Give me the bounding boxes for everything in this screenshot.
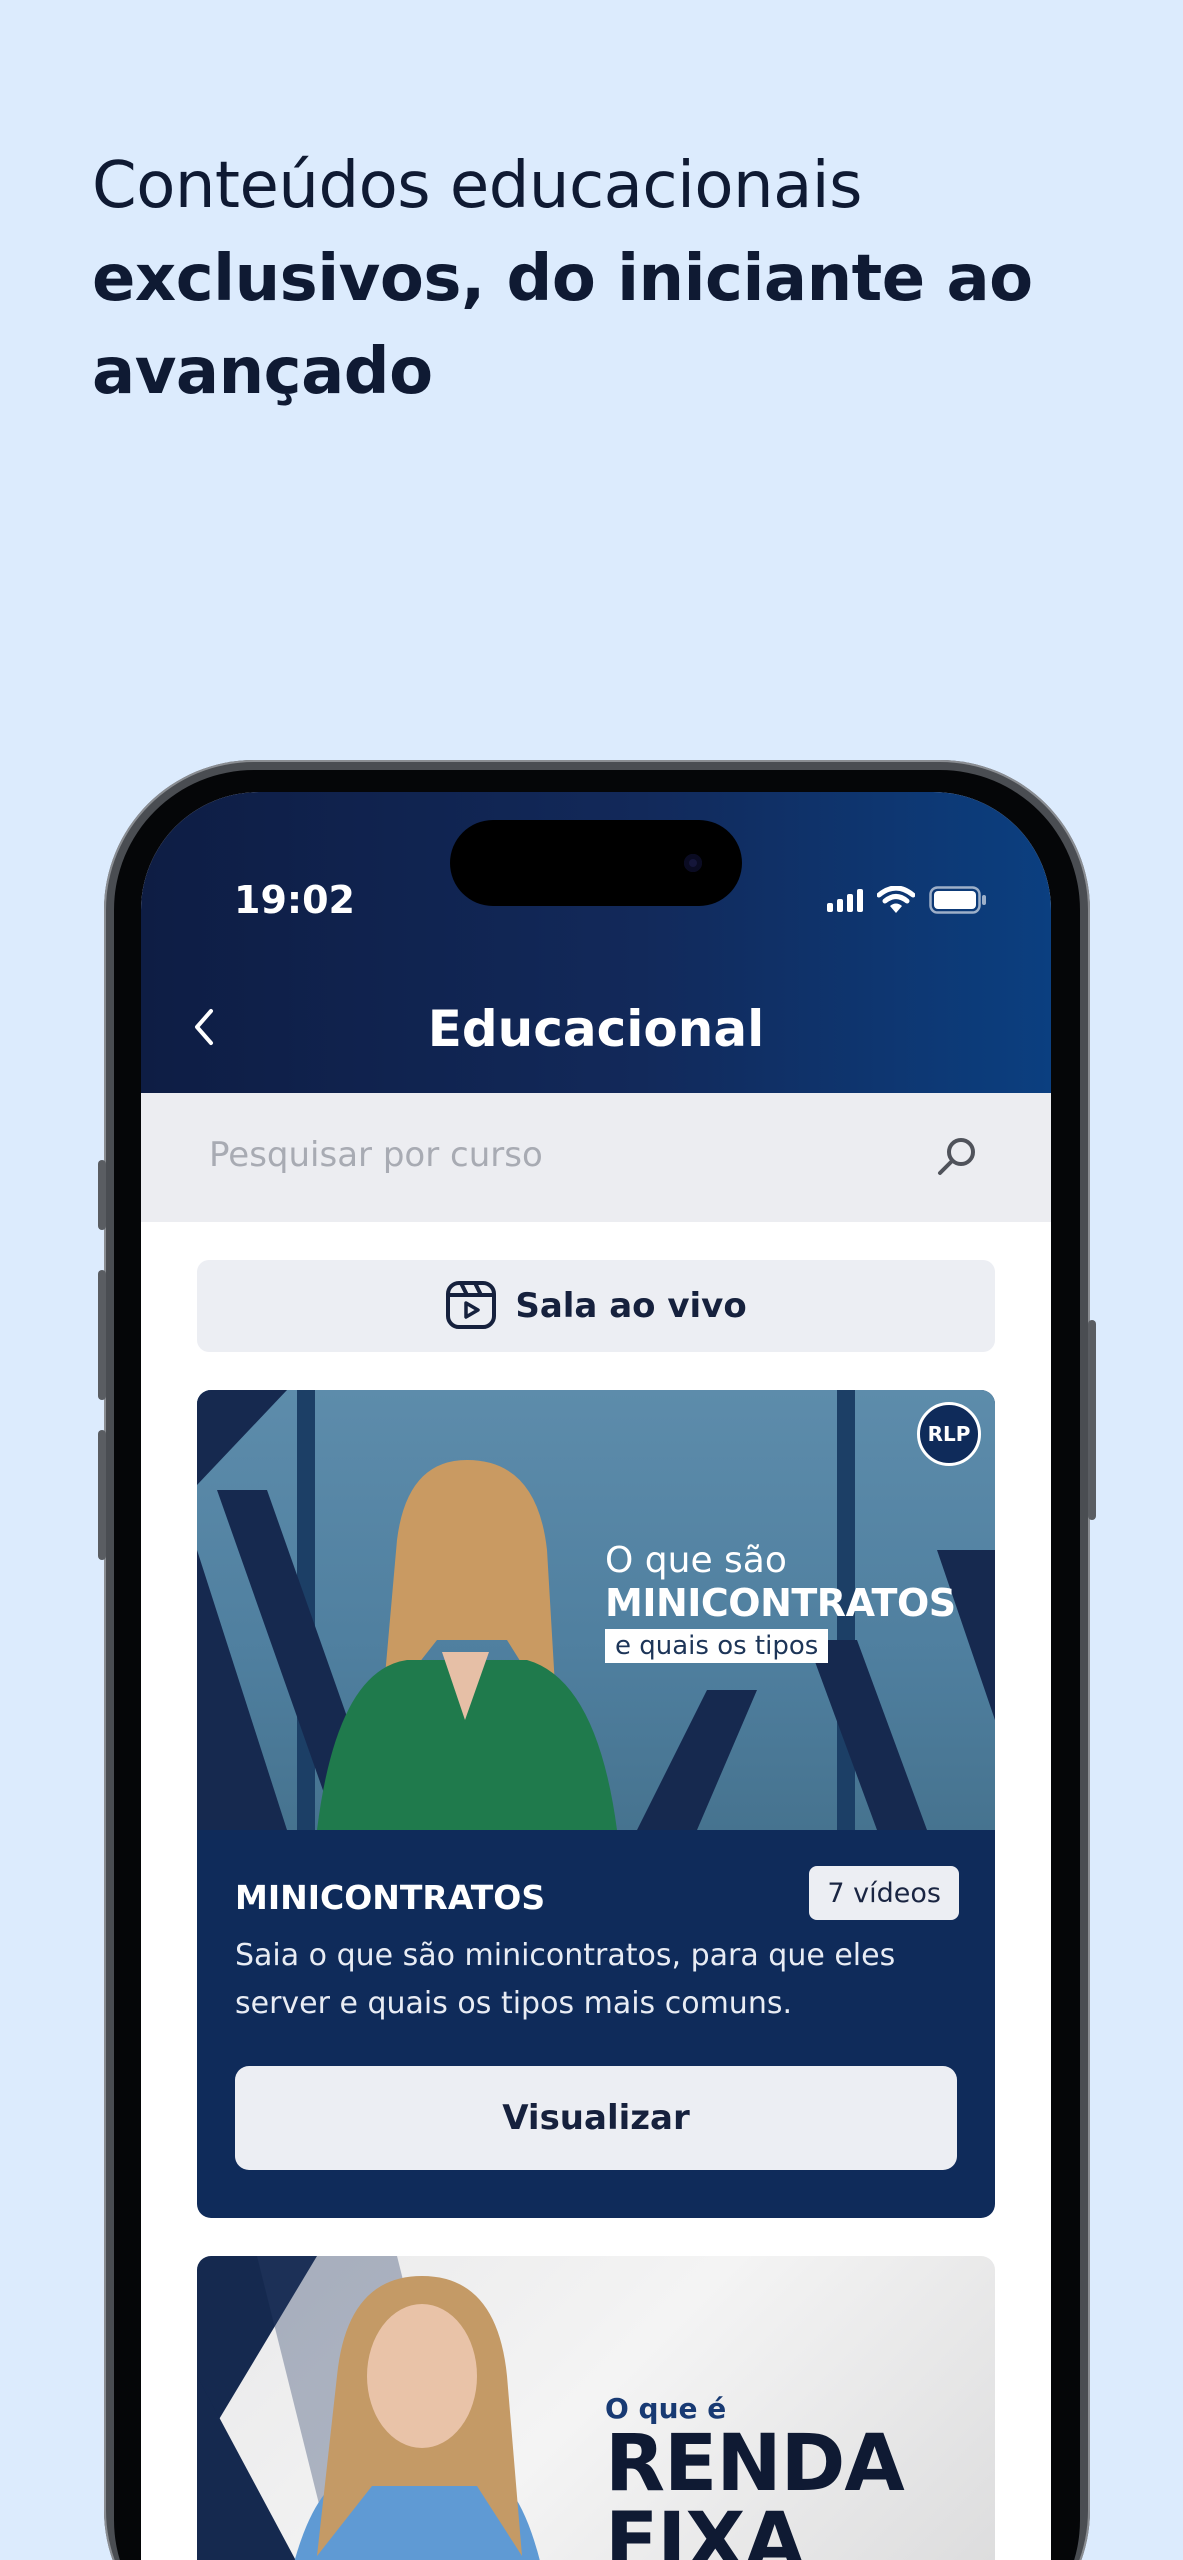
course-title: MINICONTRATOS	[235, 1878, 546, 1917]
phone-side-button	[98, 1160, 106, 1230]
phone-power-button	[1088, 1320, 1096, 1520]
headline-line-3: avançado	[92, 335, 433, 409]
search-bar[interactable]: Pesquisar por curso	[141, 1093, 1051, 1222]
live-room-label: Sala ao vivo	[515, 1286, 747, 1326]
banner-headline: O que é RENDA FIXA	[605, 2392, 905, 2560]
wifi-icon	[877, 886, 915, 914]
headline-line-1: Conteúdos educacionais	[92, 149, 862, 223]
camera-icon	[684, 854, 702, 872]
live-video-icon	[445, 1278, 497, 1334]
phone-volume-down-button	[98, 1430, 106, 1560]
status-icons	[827, 886, 987, 914]
status-time: 19:02	[234, 878, 355, 922]
marketing-headline: Conteúdos educacionais exclusivos, do in…	[92, 140, 1092, 419]
course-description: Saia o que são minicontratos, para que e…	[235, 1938, 896, 2021]
phone-volume-up-button	[98, 1270, 106, 1400]
battery-icon	[929, 886, 987, 914]
app-screen: 19:02 Educacional Pesquisar por curso Sa…	[141, 792, 1051, 2560]
banner-line-2: RENDA	[605, 2419, 905, 2509]
banner-line-1: O que são	[605, 1540, 787, 1581]
banner-line-3: FIXA	[605, 2497, 805, 2560]
search-input[interactable]: Pesquisar por curso	[209, 1135, 543, 1175]
signal-icon	[827, 888, 863, 912]
headline-line-2: exclusivos, do iniciante ao	[92, 242, 1033, 316]
search-icon[interactable]	[935, 1135, 979, 1179]
course-card[interactable]: O que é RENDA FIXA	[197, 2256, 995, 2560]
banner-headline: O que são MINICONTRATOS e quais os tipos	[605, 1540, 956, 1663]
page-title: Educacional	[427, 1000, 765, 1058]
course-banner-image: O que são MINICONTRATOS e quais os tipos…	[197, 1390, 995, 1830]
video-count-badge: 7 vídeos	[809, 1866, 959, 1920]
view-course-button[interactable]: Visualizar	[235, 2066, 957, 2170]
rlp-logo: RLP	[917, 1402, 981, 1466]
app-header: 19:02 Educacional	[141, 792, 1051, 1093]
banner-line-2: MINICONTRATOS	[605, 1581, 956, 1625]
live-room-button[interactable]: Sala ao vivo	[197, 1260, 995, 1352]
dynamic-island	[450, 820, 742, 906]
banner-line-3: e quais os tipos	[605, 1629, 829, 1663]
course-card: O que são MINICONTRATOS e quais os tipos…	[197, 1390, 995, 2218]
